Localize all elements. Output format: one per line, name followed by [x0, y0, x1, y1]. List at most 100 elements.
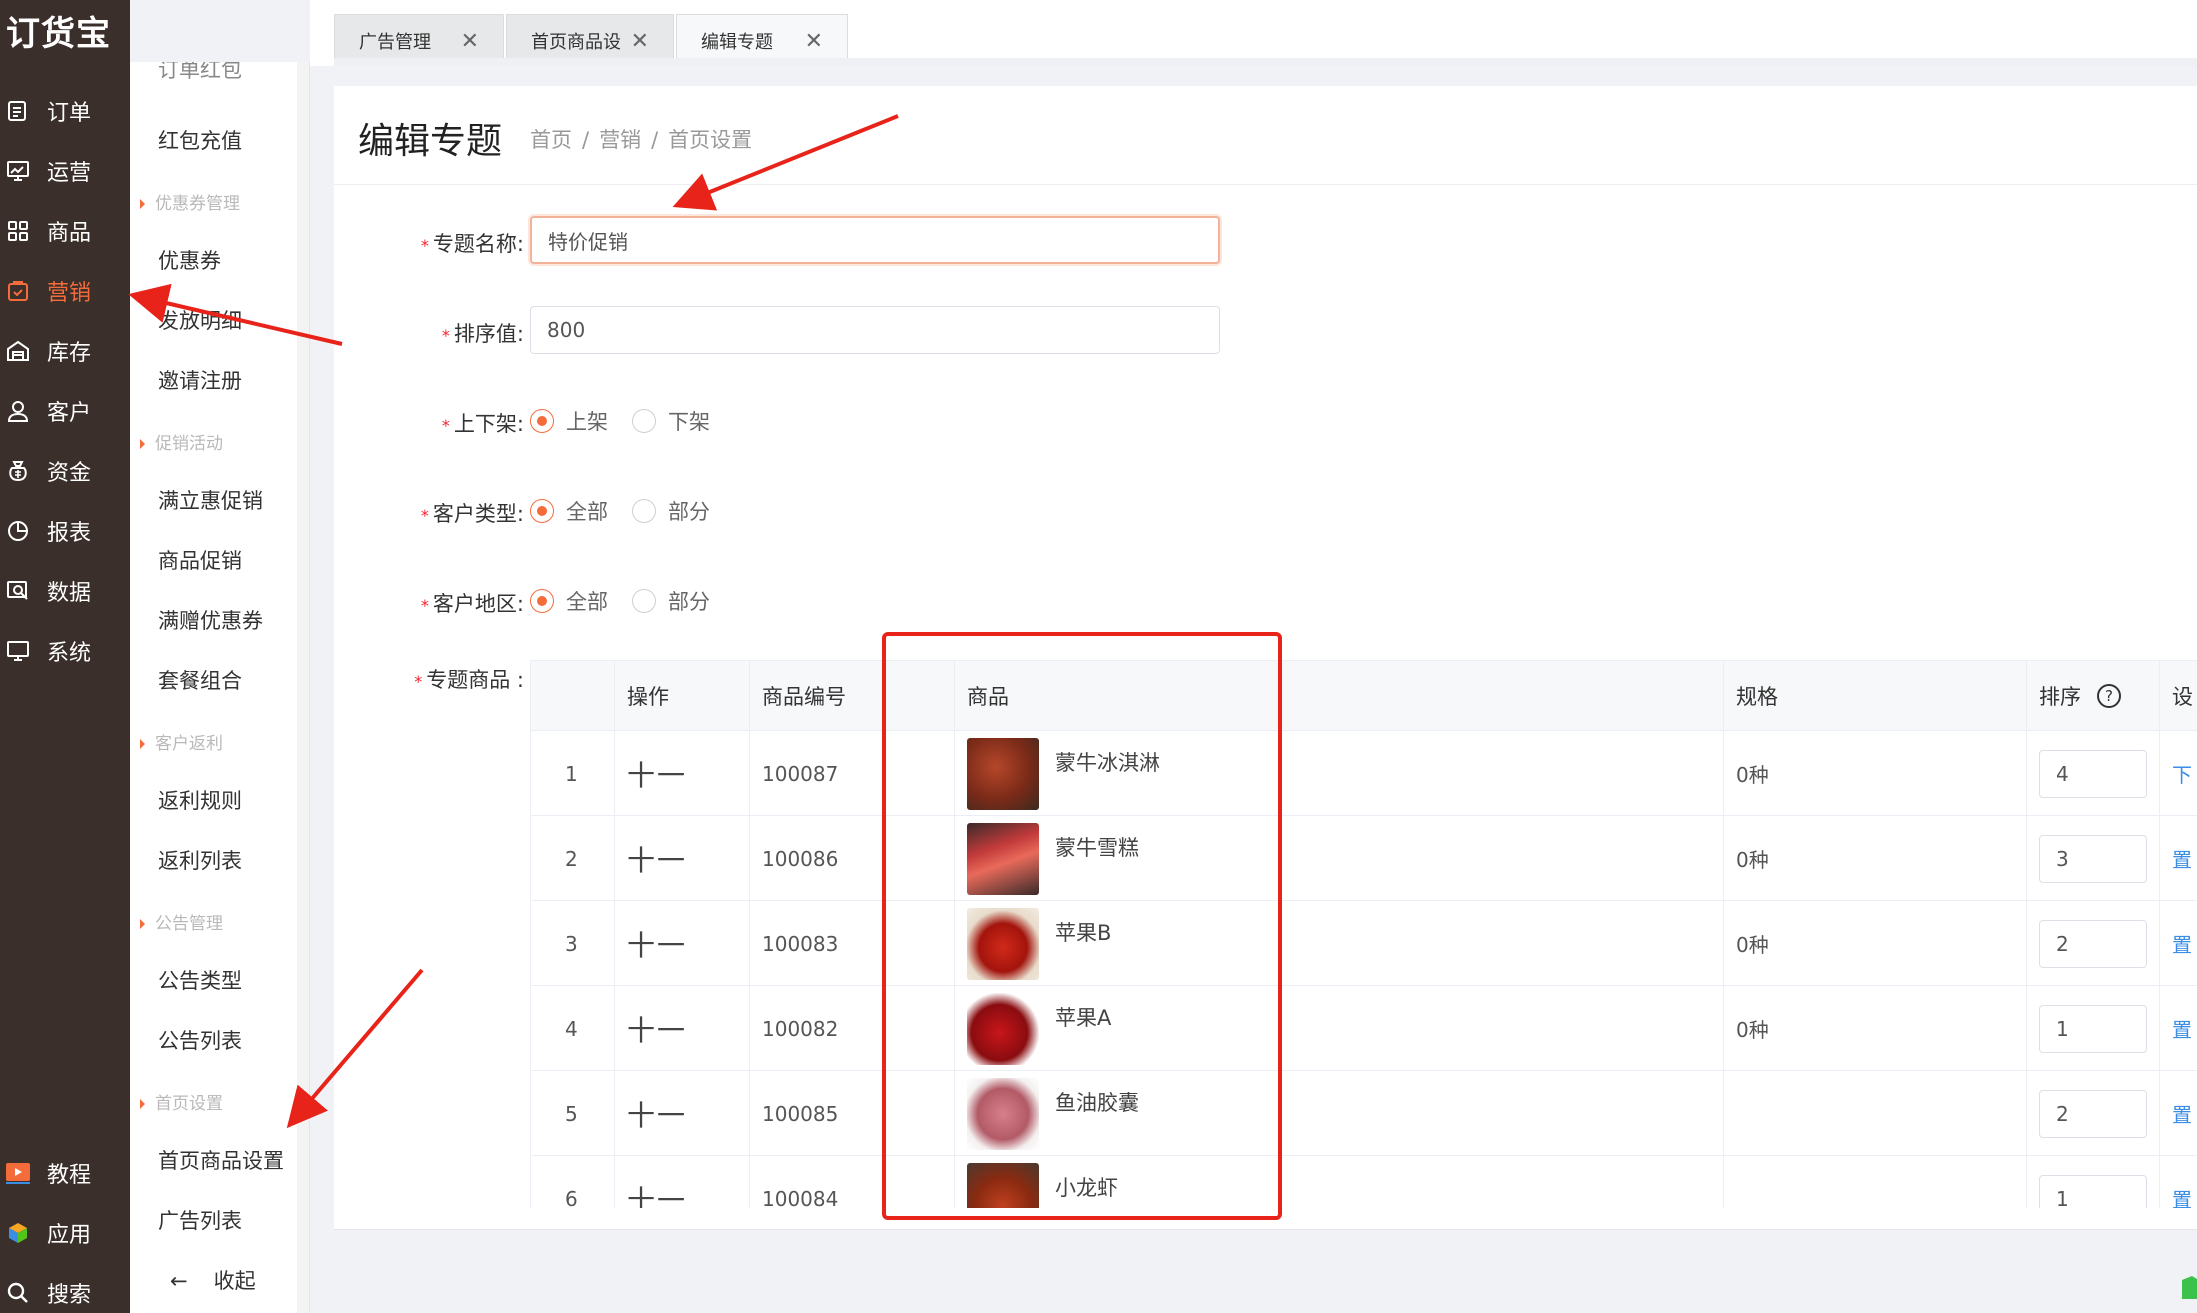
add-remove-button[interactable]: 十一: [627, 924, 687, 964]
row-setting: 置: [2160, 901, 2197, 986]
topic-name-input[interactable]: [530, 216, 1220, 264]
setting-link[interactable]: 置: [2172, 1099, 2192, 1128]
row-spec: [1724, 1156, 2027, 1208]
sub-item-manjian[interactable]: 满立惠促销: [158, 485, 263, 515]
breadcrumb-home-settings[interactable]: 首页设置: [668, 128, 752, 152]
add-remove-button[interactable]: 十一: [627, 839, 687, 879]
sort-input[interactable]: [2039, 1089, 2147, 1138]
breadcrumb-marketing[interactable]: 营销: [599, 128, 641, 152]
close-icon[interactable]: ✕: [805, 29, 823, 54]
nav-item-inventory[interactable]: 库存: [0, 323, 130, 379]
tab-bar: 广告管理 ✕ 首页商品设 ✕ 编辑专题 ✕: [310, 0, 2197, 66]
topic-name-label: * 专题名称:: [420, 232, 524, 256]
customer-region-all-radio[interactable]: 全部: [530, 586, 608, 616]
nav-label: 商品: [47, 221, 92, 246]
add-remove-button[interactable]: 十一: [627, 754, 687, 794]
sort-input[interactable]: [2039, 1004, 2147, 1053]
row-goods: 小龙虾: [955, 1156, 1724, 1208]
setting-link[interactable]: 置: [2172, 1184, 2192, 1208]
product-name: 小龙虾: [1055, 1175, 1118, 1200]
row-actions[interactable]: 十一: [615, 986, 750, 1071]
tab-edit-topic[interactable]: 编辑专题 ✕: [676, 14, 848, 66]
money-bag-icon: [5, 458, 31, 484]
nav-item-tutorial[interactable]: 教程: [0, 1145, 130, 1201]
sub-item-issue-detail[interactable]: 发放明细: [158, 305, 242, 335]
sort-input[interactable]: [2039, 749, 2147, 798]
sort-input[interactable]: [2039, 1174, 2147, 1208]
sort-input[interactable]: [2039, 834, 2147, 883]
chat-icon[interactable]: [2182, 1276, 2197, 1299]
row-empty: [885, 731, 955, 816]
sub-item-notice-list[interactable]: 公告列表: [158, 1025, 242, 1055]
row-setting: 置: [2160, 816, 2197, 901]
row-empty: [885, 986, 955, 1071]
sort-input[interactable]: [2039, 919, 2147, 968]
add-remove-button[interactable]: 十一: [627, 1094, 687, 1134]
nav-item-goods[interactable]: 商品: [0, 203, 130, 259]
collapse-button[interactable]: ← 收起: [170, 1265, 256, 1295]
sub-item-home-goods[interactable]: 首页商品设置: [158, 1145, 284, 1175]
sub-item-hongbao-recharge[interactable]: 红包充值: [158, 125, 242, 155]
setting-link[interactable]: 置: [2172, 844, 2192, 873]
sub-item-order-hongbao[interactable]: 订单红包: [158, 62, 242, 84]
sub-item-notice-type[interactable]: 公告类型: [158, 965, 242, 995]
nav-item-order[interactable]: 订单: [0, 83, 130, 139]
sub-item-rebate-rule[interactable]: 返利规则: [158, 785, 242, 815]
row-actions[interactable]: 十一: [615, 816, 750, 901]
sub-item-manzeng[interactable]: 满赠优惠券: [158, 605, 263, 635]
shelf-on-radio[interactable]: 上架: [530, 406, 608, 436]
close-icon[interactable]: ✕: [631, 29, 649, 54]
sub-item-rebate-list[interactable]: 返利列表: [158, 845, 242, 875]
setting-link[interactable]: 下: [2172, 759, 2192, 788]
sub-item-invite-register[interactable]: 邀请注册: [158, 365, 242, 395]
tab-home-goods[interactable]: 首页商品设 ✕: [506, 14, 674, 66]
sub-menu-scrollbar[interactable]: [297, 62, 309, 1313]
product-thumbnail: [967, 907, 1039, 980]
nav-item-search[interactable]: 搜索: [0, 1265, 130, 1313]
sub-item-ad-list[interactable]: 广告列表: [158, 1205, 242, 1235]
nav-item-system[interactable]: 系统: [0, 623, 130, 679]
breadcrumb-home[interactable]: 首页: [530, 128, 572, 152]
row-actions[interactable]: 十一: [615, 731, 750, 816]
sub-menu: 订单红包 红包充值 优惠券管理 优惠券 发放明细 邀请注册 促销活动 满立惠促销…: [130, 62, 310, 1313]
nav-label: 搜索: [47, 1283, 92, 1308]
help-icon[interactable]: ?: [2097, 684, 2121, 708]
sub-item-coupon[interactable]: 优惠券: [158, 245, 221, 275]
customer-type-all-radio[interactable]: 全部: [530, 496, 608, 526]
row-actions[interactable]: 十一: [615, 1156, 750, 1208]
row-sort: [2027, 1071, 2160, 1156]
product-thumbnail: [967, 1162, 1039, 1208]
nav-item-fund[interactable]: 资金: [0, 443, 130, 499]
row-code: 100084: [750, 1156, 885, 1208]
row-setting: 下: [2160, 731, 2197, 816]
setting-link[interactable]: 置: [2172, 1014, 2192, 1043]
customer-region-part-radio[interactable]: 部分: [632, 586, 710, 616]
row-code: 100085: [750, 1071, 885, 1156]
nav-item-apps[interactable]: 应用: [0, 1205, 130, 1261]
setting-link[interactable]: 置: [2172, 929, 2192, 958]
row-index: 1: [531, 731, 615, 816]
product-name: 苹果B: [1055, 920, 1112, 945]
nav-item-customer[interactable]: 客户: [0, 383, 130, 439]
sort-value-input[interactable]: [530, 306, 1220, 354]
nav-label: 数据: [47, 581, 92, 606]
shelf-off-radio[interactable]: 下架: [632, 406, 710, 436]
row-actions[interactable]: 十一: [615, 901, 750, 986]
row-goods: 蒙牛冰淇淋: [955, 731, 1724, 816]
add-remove-button[interactable]: 十一: [627, 1009, 687, 1049]
sub-item-product-promo[interactable]: 商品促销: [158, 545, 242, 575]
nav-item-report[interactable]: 报表: [0, 503, 130, 559]
nav-item-operation[interactable]: 运营: [0, 143, 130, 199]
add-remove-button[interactable]: 十一: [627, 1179, 687, 1209]
sub-item-combo[interactable]: 套餐组合: [158, 665, 242, 695]
customer-type-part-radio[interactable]: 部分: [632, 496, 710, 526]
nav-label: 系统: [47, 641, 92, 666]
close-icon[interactable]: ✕: [461, 29, 479, 54]
tab-ad-manage[interactable]: 广告管理 ✕: [334, 14, 504, 66]
nav-label: 运营: [47, 161, 92, 186]
nav-item-data[interactable]: 数据: [0, 563, 130, 619]
nav-label: 客户: [47, 401, 92, 426]
row-actions[interactable]: 十一: [615, 1071, 750, 1156]
nav-item-marketing[interactable]: 营销: [0, 263, 130, 319]
row-goods: 蒙牛雪糕: [955, 816, 1724, 901]
